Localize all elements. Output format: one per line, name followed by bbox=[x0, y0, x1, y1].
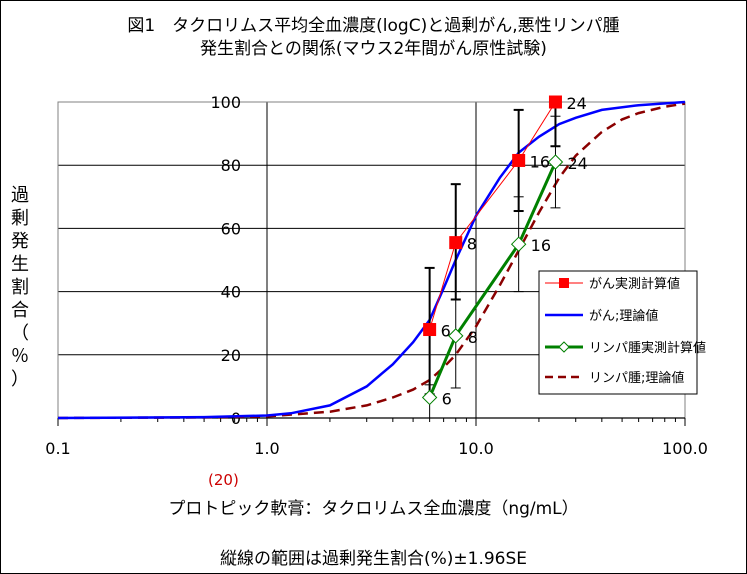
lymphoma-point-label: 16 bbox=[531, 236, 551, 255]
y-axis-label-char: 割 bbox=[11, 277, 29, 298]
legend-lymphoma-theory-label: リンパ腫;理論値 bbox=[589, 370, 684, 386]
y-axis-label-char: ％ bbox=[11, 346, 29, 367]
y-tick-label: 20 bbox=[221, 346, 241, 365]
legend-cancer-theory-label: がん;理論値 bbox=[589, 308, 658, 324]
annotation-20: (20) bbox=[208, 471, 239, 489]
x-tick-label: 100.0 bbox=[662, 439, 708, 458]
y-tick-label: 60 bbox=[221, 219, 241, 238]
cancer-point bbox=[548, 95, 562, 109]
y-tick-label: 80 bbox=[221, 156, 241, 175]
y-axis-label-char: 合 bbox=[11, 300, 29, 321]
legend-cancer-observed-label: がん実測計算値 bbox=[589, 276, 680, 292]
cancer-point bbox=[449, 236, 463, 250]
error-bar-note: 縦線の範囲は過剰発生割合(%)±1.96SE bbox=[219, 549, 528, 569]
y-axis-label-char: 剰 bbox=[11, 208, 29, 229]
y-tick-label: 0 bbox=[231, 409, 241, 428]
y-tick-label: 40 bbox=[221, 283, 241, 302]
y-axis-label-char: 生 bbox=[11, 254, 29, 275]
legend-cancer-observed-marker bbox=[559, 278, 569, 288]
cancer-point bbox=[512, 153, 526, 167]
chart-plot: 0.1 1.0 10.0 100.0020406080100681624681624が… bbox=[45, 93, 708, 458]
y-tick-label: 100 bbox=[210, 93, 241, 112]
cancer-point-label: 6 bbox=[441, 322, 451, 341]
x-tick-label: 10.0 bbox=[458, 439, 494, 458]
legend-lymphoma-observed-label: リンパ腫実測計算値 bbox=[589, 340, 706, 356]
cancer-point bbox=[423, 323, 437, 337]
cancer-point-label: 16 bbox=[530, 152, 550, 171]
y-axis-label-char: （ bbox=[11, 323, 29, 344]
cancer-point-label: 24 bbox=[566, 94, 586, 113]
lymphoma-point-label: 6 bbox=[442, 389, 452, 408]
y-axis-label-char: 発 bbox=[11, 231, 29, 252]
x-tick-label: 0.1 bbox=[45, 439, 70, 458]
chart-frame: 図1 タクロリムス平均全血濃度(logC)と過剰がん,悪性リンパ腫 発生割合との… bbox=[0, 0, 747, 574]
lymphoma-point-label: 8 bbox=[468, 328, 478, 347]
lymphoma-point-label: 24 bbox=[567, 154, 587, 173]
x-axis-label: プロトピック軟膏：タクロリムス全血濃度（ng/mL） bbox=[168, 499, 579, 519]
cancer-point-label: 8 bbox=[467, 235, 477, 254]
y-axis-label-char: ） bbox=[11, 369, 29, 390]
x-tick-label: 1.0 bbox=[254, 439, 279, 458]
y-axis-label-char: 過 bbox=[11, 185, 29, 206]
